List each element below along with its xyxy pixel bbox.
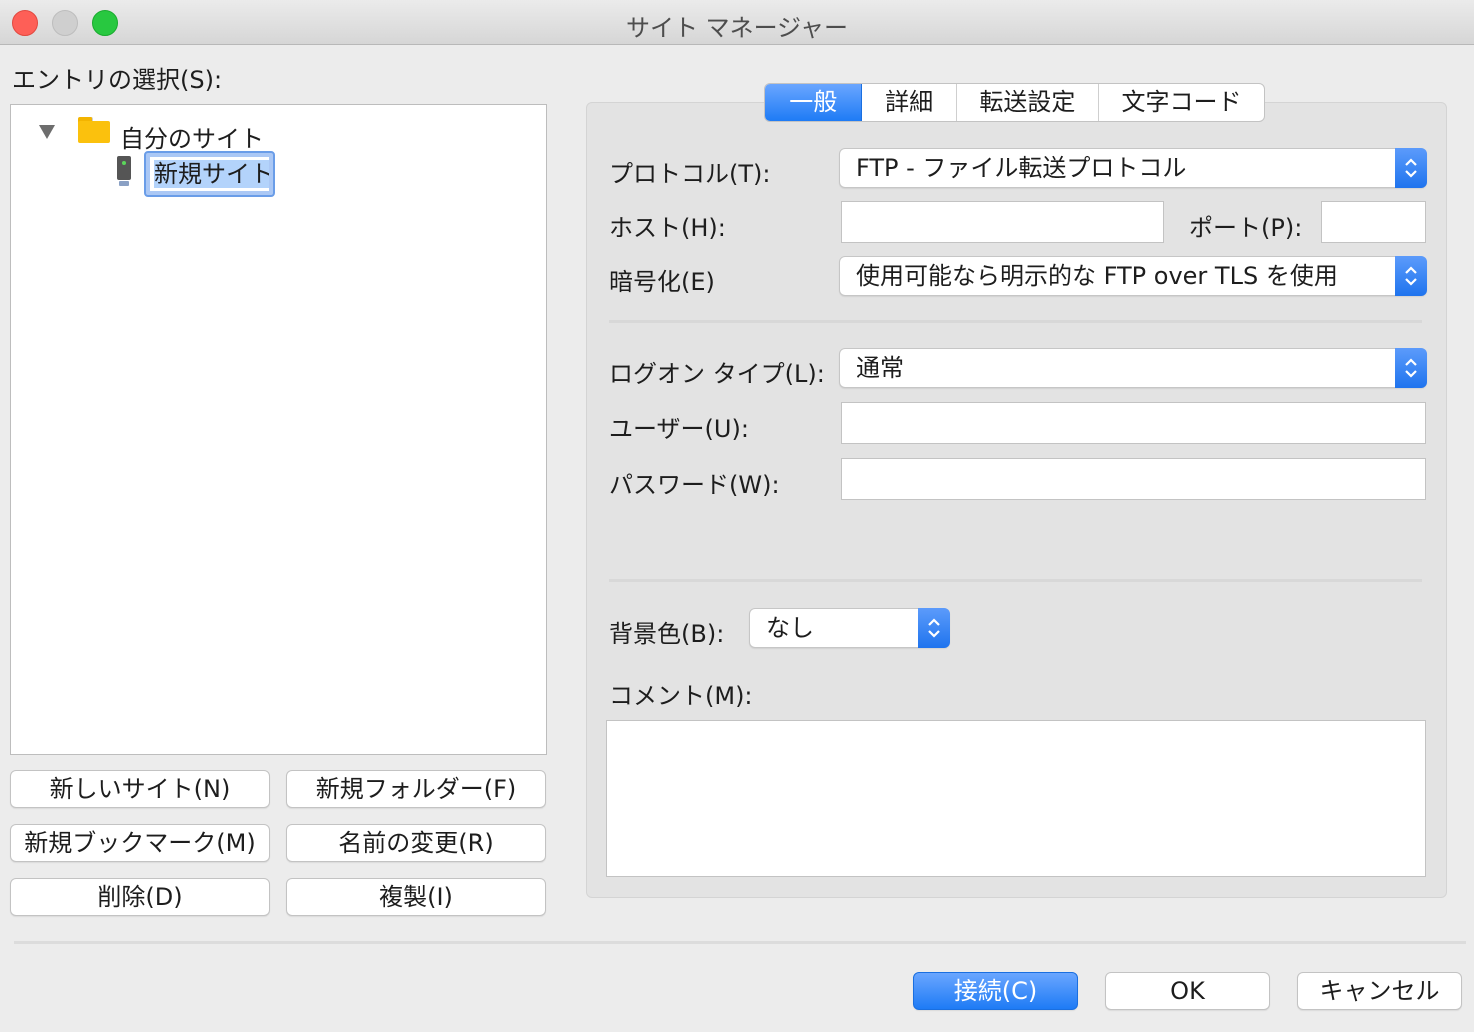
logon-type-label: ログオン タイプ(L): — [609, 360, 825, 388]
chevron-updown-icon — [1395, 256, 1427, 296]
section-divider — [609, 320, 1422, 323]
tree-item-my-sites[interactable]: 自分のサイト — [120, 119, 264, 154]
port-input[interactable] — [1321, 201, 1426, 243]
background-color-label: 背景色(B): — [609, 620, 725, 648]
duplicate-button[interactable]: 複製(I) — [286, 878, 546, 916]
tab-advanced[interactable]: 詳細 — [862, 84, 957, 121]
user-label: ユーザー(U): — [609, 415, 749, 443]
chevron-updown-icon — [1395, 148, 1427, 188]
rename-button[interactable]: 名前の変更(R) — [286, 824, 546, 862]
comment-textarea[interactable] — [606, 720, 1426, 877]
entry-select-label: エントリの選択(S): — [12, 66, 223, 94]
password-input[interactable] — [841, 458, 1426, 500]
background-color-select[interactable]: なし — [749, 608, 950, 648]
new-bookmark-button[interactable]: 新規ブックマーク(M) — [10, 824, 270, 862]
delete-button[interactable]: 削除(D) — [10, 878, 270, 916]
background-color-value: なし — [766, 614, 814, 642]
site-tree[interactable]: 自分のサイト 新規サイト — [10, 104, 547, 755]
server-icon — [117, 156, 131, 188]
protocol-select[interactable]: FTP - ファイル転送プロトコル — [839, 148, 1427, 188]
protocol-value: FTP - ファイル転送プロトコル — [856, 154, 1187, 182]
footer-divider — [14, 941, 1466, 944]
comment-label: コメント(M): — [609, 682, 753, 710]
encryption-label: 暗号化(E) — [609, 268, 715, 296]
cancel-button[interactable]: キャンセル — [1297, 972, 1462, 1010]
logon-type-select[interactable]: 通常 — [839, 348, 1427, 388]
new-site-button[interactable]: 新しいサイト(N) — [10, 770, 270, 808]
password-label: パスワード(W): — [609, 471, 780, 499]
window-title: サイト マネージャー — [626, 14, 848, 42]
tab-charset[interactable]: 文字コード — [1099, 84, 1264, 121]
tab-general[interactable]: 一般 — [765, 84, 863, 121]
ok-button[interactable]: OK — [1105, 972, 1270, 1010]
user-input[interactable] — [841, 402, 1426, 444]
encryption-value: 使用可能なら明示的な FTP over TLS を使用 — [856, 262, 1338, 290]
new-folder-button[interactable]: 新規フォルダー(F) — [286, 770, 546, 808]
tab-transfer-settings[interactable]: 転送設定 — [957, 84, 1099, 121]
title-bar: サイト マネージャー — [0, 0, 1474, 45]
section-divider — [609, 579, 1422, 582]
chevron-updown-icon — [1395, 348, 1427, 388]
connect-button[interactable]: 接続(C) — [913, 972, 1078, 1010]
logon-type-value: 通常 — [856, 354, 904, 382]
protocol-label: プロトコル(T): — [609, 160, 771, 188]
tree-item-rename-field[interactable]: 新規サイト — [150, 157, 269, 191]
port-label: ポート(P): — [1189, 214, 1303, 242]
encryption-select[interactable]: 使用可能なら明示的な FTP over TLS を使用 — [839, 256, 1427, 296]
host-label: ホスト(H): — [609, 214, 726, 242]
chevron-updown-icon — [918, 608, 950, 648]
host-input[interactable] — [841, 201, 1164, 243]
folder-icon — [78, 117, 110, 143]
disclosure-triangle-icon[interactable] — [39, 125, 55, 139]
tree-item-new-site: 新規サイト — [154, 160, 269, 188]
settings-tabs: 一般 詳細 転送設定 文字コード — [764, 83, 1265, 122]
